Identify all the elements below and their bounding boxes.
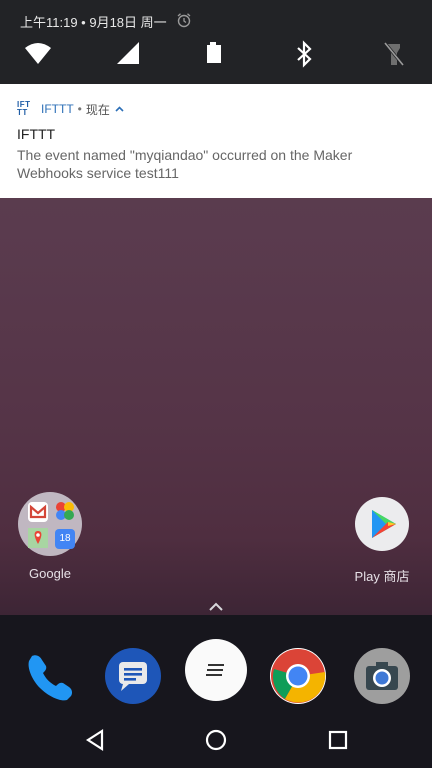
notification-header: IFT TT IFTTT • 现在: [17, 100, 124, 118]
play-store-icon[interactable]: [355, 497, 409, 551]
quick-settings-panel: 上午11:19 • 9月18日 周一: [0, 0, 432, 84]
notification-title: IFTTT: [17, 126, 56, 142]
notification-body: The event named "myqiandao" occurred on …: [17, 147, 353, 181]
chevron-up-icon[interactable]: [207, 600, 225, 618]
signal-icon[interactable]: [115, 40, 143, 68]
camera-icon[interactable]: [354, 648, 410, 704]
notification-time: 现在: [85, 102, 110, 117]
notification-separator: •: [77, 102, 82, 116]
google-folder[interactable]: 18: [18, 492, 82, 556]
alarm-icon: [176, 12, 192, 33]
photos-icon: [54, 500, 74, 520]
ifttt-logo-icon: IFT TT: [17, 100, 31, 117]
messages-icon[interactable]: [105, 648, 161, 704]
play-store-label: Play 商店: [354, 569, 410, 584]
battery-icon[interactable]: [205, 40, 233, 68]
bluetooth-icon[interactable]: [292, 40, 320, 68]
status-datetime: 上午11:19 • 9月18日 周一: [20, 15, 167, 30]
app-drawer-icon[interactable]: [185, 639, 247, 701]
calendar-icon: 18: [55, 529, 75, 549]
google-folder-label: Google: [29, 566, 71, 581]
home-icon[interactable]: [204, 728, 228, 757]
notification-app-name: IFTTT: [41, 102, 74, 116]
phone-icon[interactable]: [22, 648, 78, 704]
maps-icon: [28, 528, 48, 548]
recents-icon[interactable]: [327, 728, 349, 757]
chevron-up-icon[interactable]: [115, 104, 124, 115]
back-icon[interactable]: [84, 728, 106, 757]
wifi-icon[interactable]: [24, 40, 52, 68]
chrome-icon[interactable]: [270, 648, 326, 704]
flashlight-off-icon[interactable]: [382, 40, 410, 68]
gmail-icon: [28, 502, 48, 522]
